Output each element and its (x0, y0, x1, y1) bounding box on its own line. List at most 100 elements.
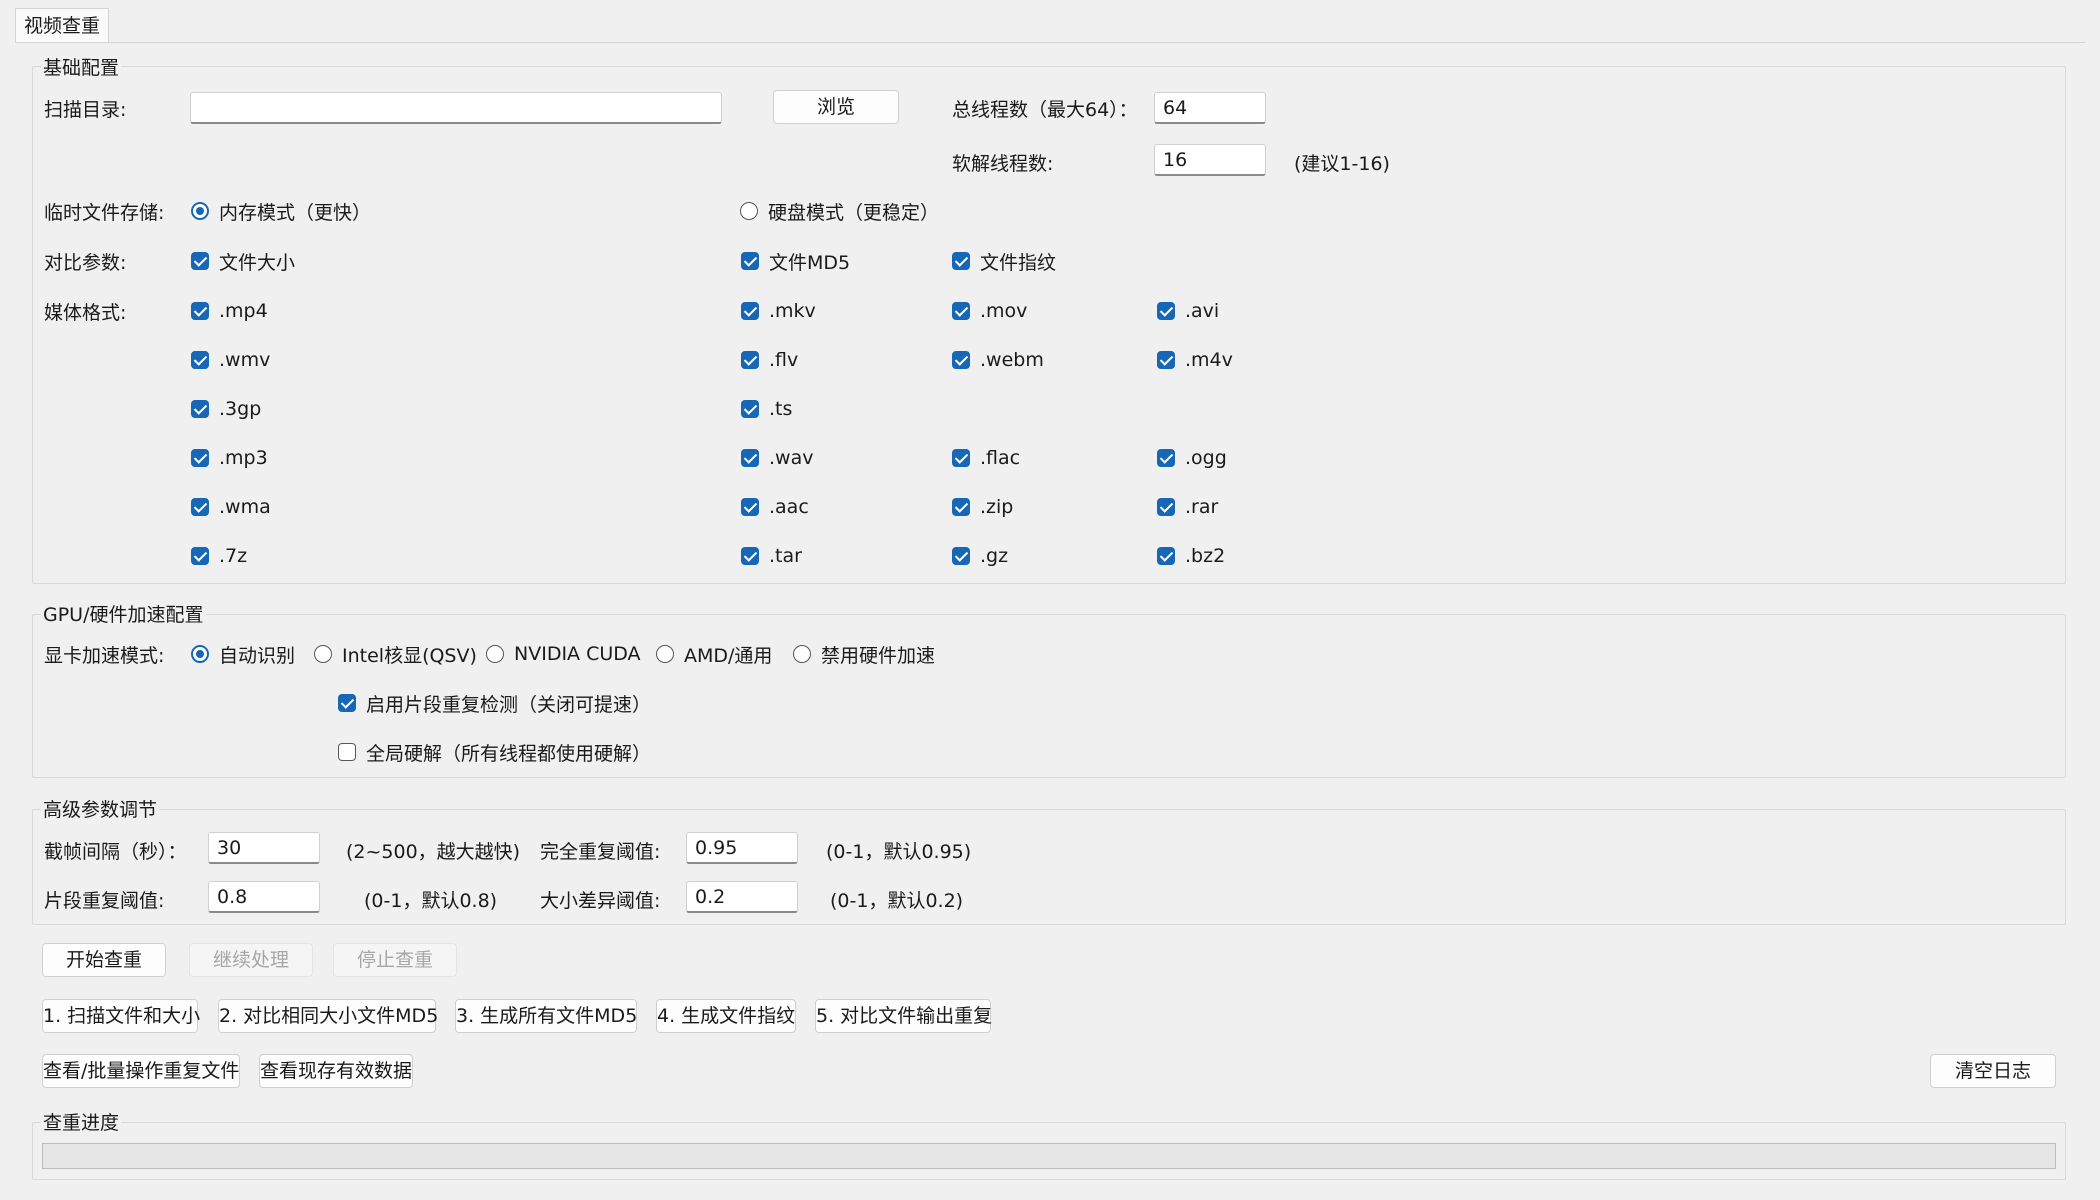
size-diff-input[interactable] (686, 881, 798, 913)
total-threads-input[interactable] (1154, 92, 1266, 124)
checkbox-checked-icon (952, 252, 970, 270)
total-threads-label: 总线程数（最大64）： (952, 99, 1138, 121)
format-checkbox[interactable]: .flv (741, 347, 798, 373)
segment-check-label: 启用片段重复检测（关闭可提速） (366, 693, 652, 716)
format-label: .tar (769, 545, 802, 567)
full-dup-label: 完全重复阈值: (540, 841, 661, 863)
format-checkbox[interactable]: .wma (191, 494, 271, 520)
compare-params-label: 对比参数: (44, 252, 127, 274)
checkbox-checked-icon (952, 449, 970, 467)
format-label: .wav (769, 447, 814, 469)
checkbox-checked-icon (1157, 302, 1175, 320)
advanced-title: 高级参数调节 (41, 795, 160, 822)
frame-interval-input[interactable] (208, 832, 320, 864)
step4-button[interactable]: 4. 生成文件指纹 (656, 999, 796, 1033)
gpu-mode-amd-radio[interactable]: AMD/通用 (656, 641, 772, 667)
segment-dup-label: 片段重复阈值: (44, 890, 165, 912)
global-hw-checkbox[interactable]: 全局硬解（所有线程都使用硬解） (338, 739, 651, 765)
temp-memory-radio[interactable]: 内存模式（更快） (191, 198, 371, 224)
format-checkbox[interactable]: .bz2 (1157, 543, 1225, 569)
size-diff-label: 大小差异阈值: (540, 890, 661, 912)
format-label: .wmv (219, 349, 271, 371)
format-checkbox[interactable]: .ogg (1157, 445, 1227, 471)
gpu-mode-label-auto: 自动识别 (219, 644, 296, 667)
stop-button[interactable]: 停止查重 (333, 943, 457, 977)
checkbox-checked-icon (741, 449, 759, 467)
format-label: .ts (769, 398, 793, 420)
gpu-mode-disable-radio[interactable]: 禁用硬件加速 (793, 641, 935, 667)
segment-dup-input[interactable] (208, 881, 320, 913)
format-checkbox[interactable]: .rar (1157, 494, 1218, 520)
compare-md5-checkbox[interactable]: 文件MD5 (741, 248, 850, 274)
format-checkbox[interactable]: .wmv (191, 347, 270, 373)
format-checkbox[interactable]: .m4v (1157, 347, 1233, 373)
format-label: .mp4 (219, 300, 268, 322)
format-label: .ogg (1185, 447, 1227, 469)
checkbox-checked-icon (191, 252, 209, 270)
step5-button[interactable]: 5. 对比文件输出重复 (815, 999, 992, 1033)
size-diff-hint: (0-1，默认0.2) (830, 890, 964, 912)
checkbox-checked-icon (191, 400, 209, 418)
format-checkbox[interactable]: .ts (741, 396, 792, 422)
view-valid-data-button[interactable]: 查看现存有效数据 (259, 1054, 413, 1088)
gpu-mode-qsv-radio[interactable]: Intel核显(QSV) (314, 641, 477, 667)
step3-button[interactable]: 3. 生成所有文件MD5 (455, 999, 637, 1033)
checkbox-checked-icon (741, 400, 759, 418)
soft-threads-input[interactable] (1154, 144, 1266, 176)
format-label: .mp3 (219, 447, 268, 469)
compare-fingerprint-checkbox[interactable]: 文件指纹 (952, 248, 1056, 274)
radio-unselected-icon (486, 645, 504, 663)
step2-button[interactable]: 2. 对比相同大小文件MD5 (218, 999, 438, 1033)
format-label: .bz2 (1185, 545, 1226, 567)
basic-config-group (32, 66, 2066, 584)
format-label: .mov (980, 300, 1028, 322)
format-label: .3gp (219, 398, 262, 420)
format-checkbox[interactable]: .tar (741, 543, 802, 569)
frame-interval-hint: (2~500，越大越快) (346, 841, 521, 863)
checkbox-checked-icon (741, 351, 759, 369)
format-checkbox[interactable]: .aac (741, 494, 809, 520)
resume-button[interactable]: 继续处理 (189, 943, 313, 977)
tab-video-dedup[interactable]: 视频查重 (15, 8, 110, 43)
step1-button[interactable]: 1. 扫描文件和大小 (42, 999, 200, 1033)
checkbox-checked-icon (191, 498, 209, 516)
view-duplicates-button[interactable]: 查看/批量操作重复文件 (42, 1054, 240, 1088)
global-hw-label: 全局硬解（所有线程都使用硬解） (366, 742, 652, 765)
format-label: .mkv (769, 300, 816, 322)
gpu-mode-auto-radio[interactable]: 自动识别 (191, 641, 295, 667)
compare-size-checkbox[interactable]: 文件大小 (191, 248, 295, 274)
format-checkbox[interactable]: .avi (1157, 298, 1219, 324)
temp-disk-label: 硬盘模式（更稳定） (768, 201, 940, 224)
format-label: .avi (1185, 300, 1220, 322)
format-label: .rar (1185, 496, 1219, 518)
gpu-mode-label-disable: 禁用硬件加速 (821, 644, 936, 667)
media-formats-label: 媒体格式: (44, 302, 127, 324)
clear-log-button[interactable]: 清空日志 (1930, 1054, 2056, 1088)
scan-dir-input[interactable] (190, 92, 722, 124)
format-checkbox[interactable]: .mp3 (191, 445, 268, 471)
gpu-mode-cuda-radio[interactable]: NVIDIA CUDA (486, 641, 641, 667)
format-checkbox[interactable]: .mp4 (191, 298, 268, 324)
format-checkbox[interactable]: .gz (952, 543, 1008, 569)
format-checkbox[interactable]: .7z (191, 543, 247, 569)
format-checkbox[interactable]: .wav (741, 445, 813, 471)
temp-disk-radio[interactable]: 硬盘模式（更稳定） (740, 198, 939, 224)
format-label: .aac (769, 496, 809, 518)
checkbox-checked-icon (952, 302, 970, 320)
start-button[interactable]: 开始查重 (42, 943, 166, 977)
gpu-mode-label-qsv: Intel核显(QSV) (342, 644, 477, 667)
progress-title: 查重进度 (41, 1108, 122, 1135)
full-dup-hint: (0-1，默认0.95) (826, 841, 972, 863)
soft-threads-label: 软解线程数: (952, 153, 1054, 175)
format-checkbox[interactable]: .flac (952, 445, 1020, 471)
format-checkbox[interactable]: .mov (952, 298, 1027, 324)
checkbox-checked-icon (1157, 547, 1175, 565)
segment-check-checkbox[interactable]: 启用片段重复检测（关闭可提速） (338, 690, 651, 716)
format-checkbox[interactable]: .mkv (741, 298, 816, 324)
full-dup-input[interactable] (686, 832, 798, 864)
format-checkbox[interactable]: .zip (952, 494, 1013, 520)
format-checkbox[interactable]: .3gp (191, 396, 261, 422)
browse-button[interactable]: 浏览 (773, 90, 899, 124)
format-checkbox[interactable]: .webm (952, 347, 1044, 373)
checkbox-checked-icon (1157, 449, 1175, 467)
